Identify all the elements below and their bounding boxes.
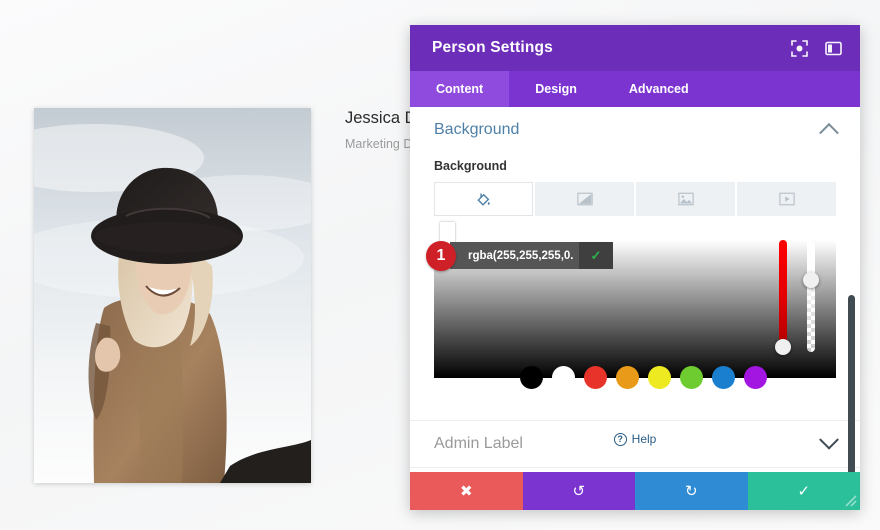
- modal-footer: ✖ ↺ ↻ ✓: [410, 472, 860, 510]
- tab-design[interactable]: Design: [509, 71, 603, 107]
- page-title: Person Settings: [432, 39, 553, 56]
- gradient-icon[interactable]: [535, 182, 634, 216]
- color-fill-icon[interactable]: [434, 182, 533, 216]
- alpha-slider-overlay: [807, 240, 815, 352]
- modal-header: Person Settings: [410, 25, 860, 71]
- focus-target-icon[interactable]: [790, 39, 808, 57]
- swatch-black[interactable]: [520, 366, 543, 389]
- person-photo-illustration: [34, 108, 311, 483]
- hue-slider-knob[interactable]: [775, 338, 791, 355]
- alpha-slider[interactable]: [803, 240, 819, 352]
- swatch-green[interactable]: [680, 366, 703, 389]
- modal-body: Background Background 1 rgba(255,255,255…: [410, 107, 860, 472]
- video-icon[interactable]: [737, 182, 836, 216]
- step-badge-1: 1: [426, 241, 456, 271]
- header-icon-group: [790, 39, 842, 57]
- swatch-red[interactable]: [584, 366, 607, 389]
- modal-tab-bar: Content Design Advanced: [410, 71, 860, 107]
- section-title-background: Background: [434, 121, 520, 138]
- cancel-button[interactable]: ✖: [410, 472, 523, 510]
- hue-slider[interactable]: [775, 240, 791, 355]
- help-label: Help: [631, 432, 657, 446]
- tab-content[interactable]: Content: [410, 71, 510, 107]
- redo-button[interactable]: ↻: [635, 472, 748, 510]
- undo-button[interactable]: ↺: [522, 472, 635, 510]
- resize-handle[interactable]: [840, 490, 858, 508]
- help-icon: ?: [613, 432, 627, 446]
- color-value-input[interactable]: [450, 242, 579, 269]
- modal-scrollbar[interactable]: [848, 295, 855, 472]
- swatch-orange[interactable]: [616, 366, 639, 389]
- help-link[interactable]: ? Help: [410, 432, 860, 446]
- tab-advanced[interactable]: Advanced: [603, 71, 715, 107]
- background-field: Background: [410, 153, 860, 216]
- preset-swatch-row: [520, 366, 767, 389]
- swatch-blue[interactable]: [712, 366, 735, 389]
- swatch-yellow[interactable]: [648, 366, 671, 389]
- panel-layout-icon[interactable]: [824, 39, 842, 57]
- background-field-label: Background: [434, 159, 507, 173]
- alpha-slider-knob[interactable]: [803, 272, 819, 289]
- hue-slider-track: [779, 240, 787, 352]
- image-icon[interactable]: [636, 182, 735, 216]
- chevron-up-icon: [819, 122, 839, 143]
- color-value-row: ✓: [450, 242, 613, 269]
- person-module[interactable]: Jessica Doe Marketing Director: [34, 108, 447, 483]
- section-divider-bottom: [410, 467, 860, 468]
- person-photo: [34, 108, 311, 483]
- person-settings-modal: Person Settings Content Design Advanced: [410, 25, 860, 510]
- color-picker: 1 ✓: [426, 222, 836, 389]
- settings-scroll-area: Background Background 1 rgba(255,255,255…: [410, 107, 860, 472]
- color-confirm-button[interactable]: ✓: [579, 242, 613, 269]
- swatch-white[interactable]: [552, 366, 575, 389]
- swatch-purple[interactable]: [744, 366, 767, 389]
- background-type-tabs: [434, 182, 836, 216]
- section-header-background[interactable]: Background: [410, 107, 860, 153]
